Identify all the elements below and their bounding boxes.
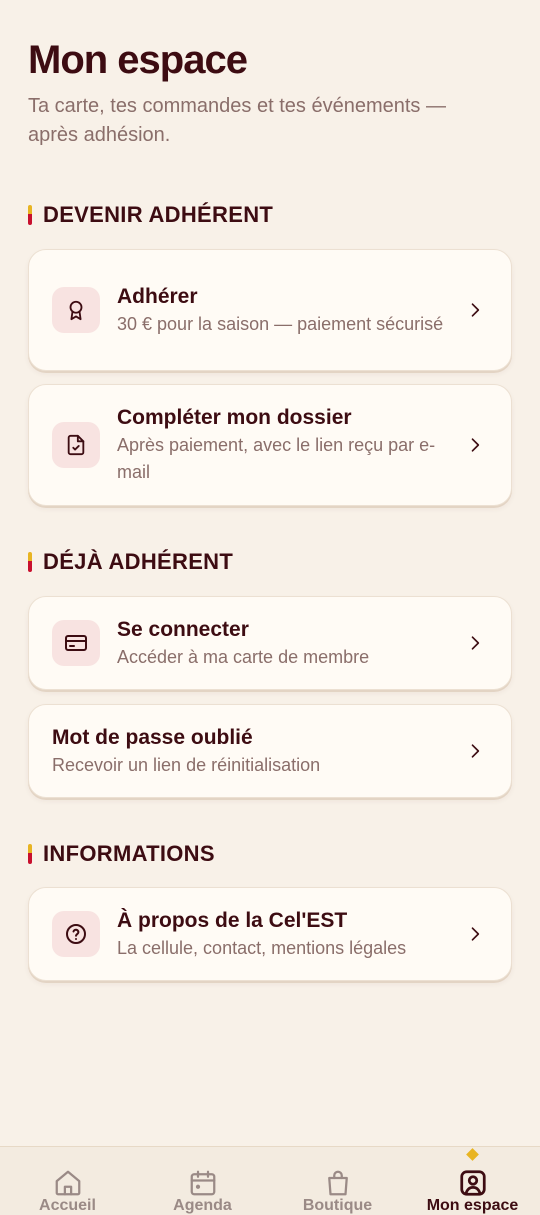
page-subtitle: Ta carte, tes commandes et tes événement… (28, 95, 446, 146)
file-check-icon (52, 422, 100, 468)
card-description: 30 € pour la saison — paiement sécurisé (117, 313, 444, 334)
card-title: Mot de passe oublié (52, 725, 253, 749)
section-heading-label: DEVENIR ADHÉRENT (43, 202, 274, 227)
chevron-right-icon (471, 438, 480, 452)
chevron-right-icon (471, 303, 480, 317)
tab-label: Accueil (39, 1197, 96, 1214)
se-connecter-card[interactable]: Se connecter Accéder à ma carte de membr… (28, 596, 512, 690)
completer-dossier-card[interactable]: Compléter mon dossier Après paiement, av… (28, 384, 512, 506)
section-accent-bar (28, 844, 32, 864)
card-description: La cellule, contact, mentions légales (117, 937, 407, 958)
section-heading-informations: INFORMATIONS (28, 841, 215, 867)
card-title: À propos de la Cel'EST (117, 908, 348, 932)
tab-agenda[interactable]: Agenda (135, 1147, 270, 1215)
section-heading-label: INFORMATIONS (43, 841, 215, 866)
mot-de-passe-oublie-card[interactable]: Mot de passe oublié Recevoir un lien de … (28, 704, 512, 798)
card-description: Recevoir un lien de réinitialisation (52, 754, 321, 775)
award-icon (52, 287, 100, 333)
chevron-right-icon (471, 636, 480, 650)
tab-accueil[interactable]: Accueil (0, 1147, 135, 1215)
mon-espace-screen: Mon espace Ta carte, tes commandes et te… (0, 0, 540, 1146)
chevron-right-icon (471, 927, 480, 941)
card-description: Accéder à ma carte de membre (117, 646, 370, 667)
active-indicator (465, 1148, 479, 1161)
card-title: Adhérer (117, 284, 198, 308)
help-circle-icon (52, 911, 100, 957)
card-title: Compléter mon dossier (117, 406, 352, 429)
tab-label: Boutique (302, 1197, 373, 1214)
section-heading-devenir-adherent: DEVENIR ADHÉRENT (28, 202, 273, 228)
a-propos-card[interactable]: À propos de la Cel'EST La cellule, conta… (28, 887, 512, 981)
section-accent-bar (28, 205, 32, 225)
bottom-tab-bar: Accueil Agenda Boutique Mon espace (0, 1146, 540, 1215)
tab-label: Agenda (173, 1197, 232, 1214)
tab-label: Mon espace (426, 1197, 519, 1214)
tab-mon-espace[interactable]: Mon espace (405, 1147, 540, 1215)
tab-boutique[interactable]: Boutique (270, 1147, 405, 1215)
chevron-right-icon (471, 744, 480, 758)
section-heading-deja-adherent: DÉJÀ ADHÉRENT (28, 549, 233, 575)
section-accent-bar (28, 552, 32, 572)
calendar-icon (190, 1170, 215, 1196)
section-heading-label: DÉJÀ ADHÉRENT (43, 549, 234, 574)
adherer-card[interactable]: Adhérer 30 € pour la saison — paiement s… (28, 249, 512, 371)
home-icon (55, 1170, 80, 1196)
id-card-icon (52, 620, 100, 666)
page-title: Mon espace (28, 38, 248, 82)
card-title: Se connecter (117, 617, 249, 641)
shopping-bag-icon (327, 1170, 348, 1196)
user-square-icon (459, 1170, 486, 1196)
card-description: Après paiement, avec le lien reçu par e-… (117, 435, 436, 482)
